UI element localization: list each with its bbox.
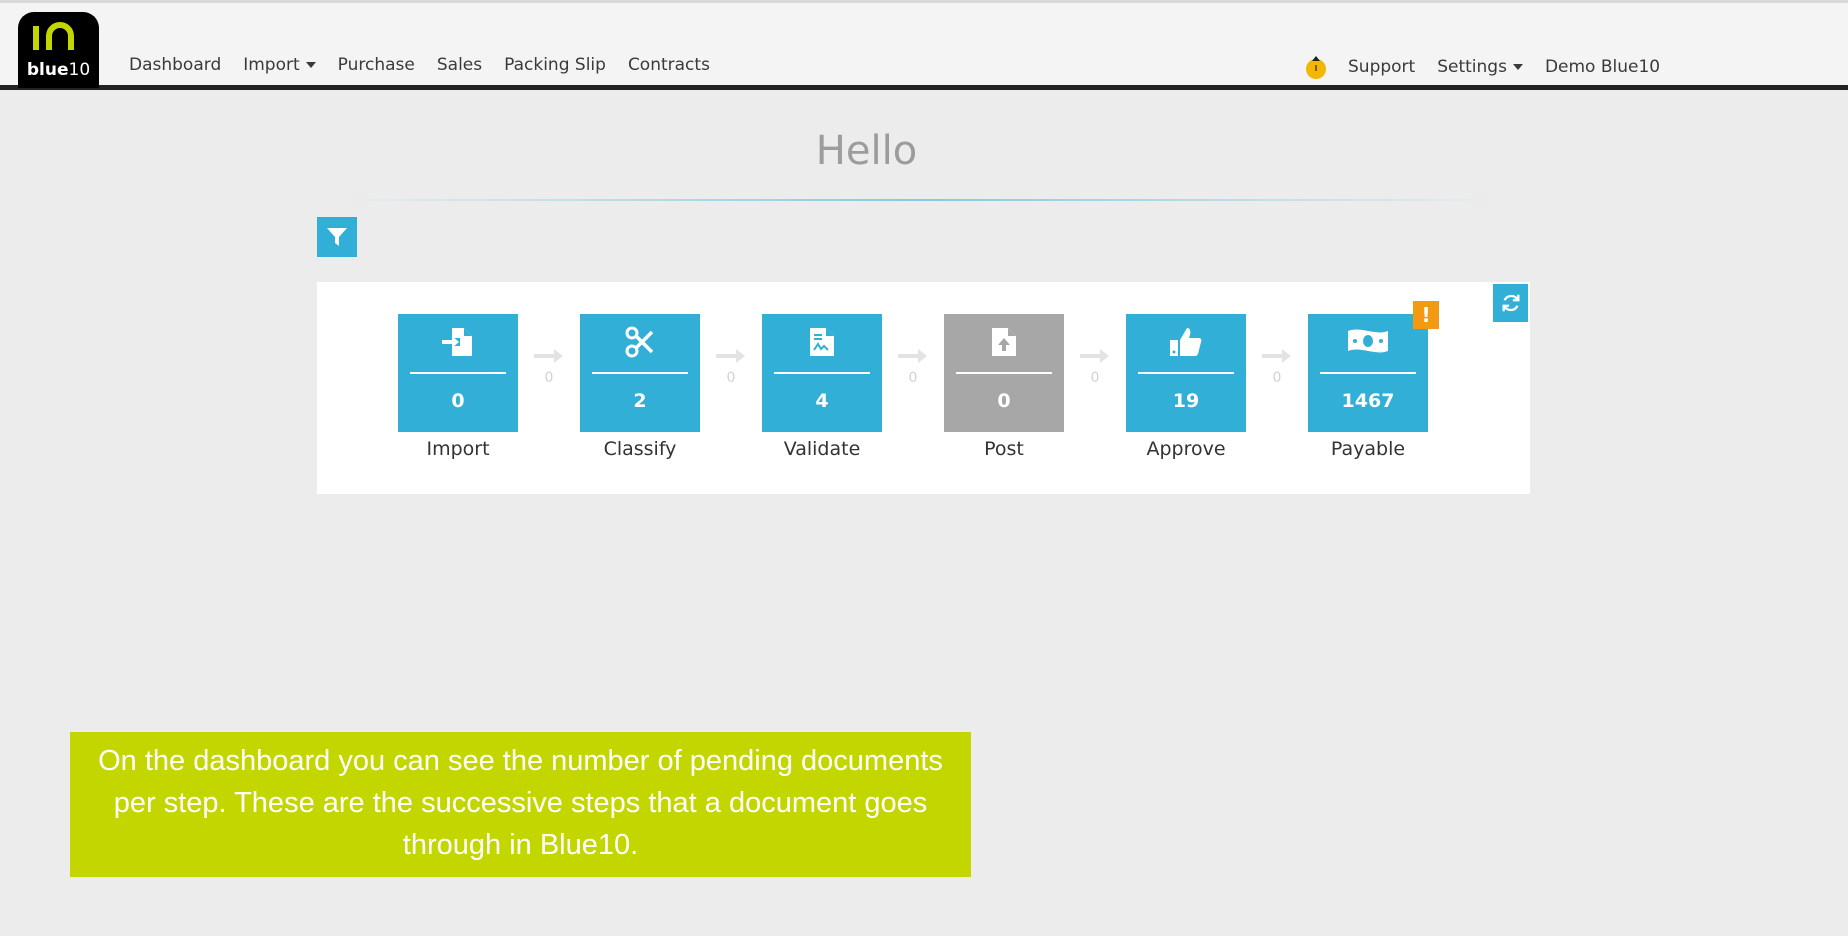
step-approve[interactable]: 19: [1126, 314, 1246, 432]
connector-count: 0: [908, 370, 918, 386]
user-nav: Support Settings Demo Blue10: [1304, 55, 1682, 79]
nav-user-menu[interactable]: Demo Blue10: [1545, 57, 1660, 77]
arrow-right-icon: [1080, 349, 1109, 363]
arrow-right-icon: [898, 349, 927, 363]
title-divider: [330, 199, 1510, 201]
nav-settings[interactable]: Settings: [1437, 57, 1523, 77]
nav-contracts[interactable]: Contracts: [628, 55, 710, 75]
nav-support[interactable]: Support: [1348, 57, 1415, 77]
connector-count: 0: [1090, 370, 1100, 386]
page-title: Hello: [815, 128, 918, 174]
notification-icon[interactable]: [1304, 55, 1328, 79]
connector-count: 0: [1272, 370, 1282, 386]
tutorial-callout: On the dashboard you can see the number …: [70, 732, 971, 877]
step-connector: 0: [893, 348, 933, 386]
step-payable[interactable]: 1467: [1308, 314, 1428, 432]
nav-purchase[interactable]: Purchase: [338, 55, 415, 75]
step-label: Import: [426, 438, 490, 460]
step-post[interactable]: 0: [944, 314, 1064, 432]
file-signature-icon: [810, 328, 834, 356]
nav-packing-slip[interactable]: Packing Slip: [504, 55, 606, 75]
connector-count: 0: [726, 370, 736, 386]
scissors-icon: [625, 326, 654, 358]
logo-text: blue10: [26, 60, 91, 80]
step-classify[interactable]: 2: [580, 314, 700, 432]
bottom-strip: [0, 936, 1848, 941]
file-import-icon: [442, 328, 472, 356]
step-label: Validate: [783, 438, 861, 460]
step-count: 2: [633, 390, 647, 412]
blue10-logo[interactable]: blue10: [18, 12, 99, 88]
step-label: Approve: [1146, 438, 1226, 460]
step-count: 4: [815, 390, 829, 412]
step-count: 0: [997, 390, 1011, 412]
arrow-right-icon: [534, 349, 563, 363]
nav-dashboard[interactable]: Dashboard: [129, 55, 221, 75]
step-connector: 0: [1257, 348, 1297, 386]
step-label: Classify: [603, 438, 677, 460]
step-connector: 0: [711, 348, 751, 386]
chevron-down-icon: [1512, 64, 1523, 70]
step-import[interactable]: 0: [398, 314, 518, 432]
step-count: 1467: [1341, 390, 1395, 412]
main-nav: Dashboard Import Purchase Sales Packing …: [129, 55, 732, 75]
nav-sales[interactable]: Sales: [437, 55, 482, 75]
step-count: 19: [1172, 390, 1200, 412]
top-navbar: blue10 Dashboard Import Purchase Sales P…: [0, 0, 1848, 90]
filter-icon: [327, 228, 347, 246]
money-bill-icon: [1348, 329, 1388, 353]
arrow-right-icon: [1262, 349, 1291, 363]
warning-badge[interactable]: !: [1413, 301, 1439, 329]
step-label: Payable: [1330, 438, 1406, 460]
refresh-button[interactable]: [1493, 284, 1528, 322]
chevron-down-icon: [305, 62, 316, 68]
refresh-icon: [1502, 294, 1519, 312]
nav-import[interactable]: Import: [243, 55, 316, 75]
connector-count: 0: [544, 370, 554, 386]
step-count: 0: [451, 390, 465, 412]
file-upload-icon: [992, 328, 1016, 356]
step-label: Post: [984, 438, 1024, 460]
thumbs-up-icon: [1170, 328, 1202, 356]
step-connector: 0: [1075, 348, 1115, 386]
filter-button[interactable]: [317, 217, 357, 257]
logo-mark-icon: [33, 22, 74, 50]
step-connector: 0: [529, 348, 569, 386]
step-validate[interactable]: 4: [762, 314, 882, 432]
arrow-right-icon: [716, 349, 745, 363]
